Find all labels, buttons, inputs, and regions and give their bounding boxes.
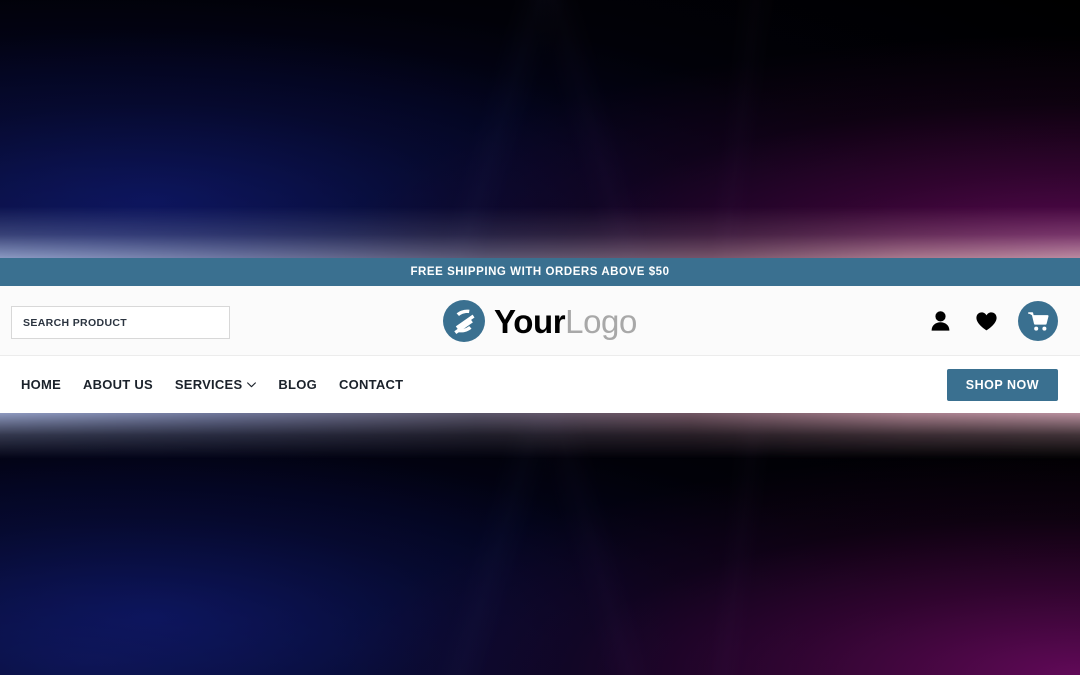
- brand-name-primary: Your: [494, 302, 566, 340]
- header-actions: [928, 286, 1058, 356]
- background-wallpaper-bottom: [0, 413, 1080, 675]
- brand-wordmark: YourLogo: [494, 305, 637, 338]
- nav-link-services[interactable]: SERVICES: [164, 371, 268, 398]
- brand-name-secondary: Logo: [565, 302, 637, 340]
- primary-nav: HOME ABOUT US SERVICES BLOG CONTACT: [0, 371, 414, 398]
- shop-now-button[interactable]: SHOP NOW: [946, 368, 1058, 401]
- main-navigation-bar: HOME ABOUT US SERVICES BLOG CONTACT SHOP…: [0, 356, 1080, 413]
- shopping-cart-icon: [1027, 311, 1049, 331]
- nav-link-contact[interactable]: CONTACT: [328, 371, 414, 398]
- nav-link-about-us[interactable]: ABOUT US: [72, 371, 164, 398]
- background-horizon-glow: [0, 206, 1080, 258]
- nav-link-home[interactable]: HOME: [10, 371, 72, 398]
- wishlist-button[interactable]: [974, 309, 998, 333]
- user-icon: [931, 311, 949, 331]
- background-wallpaper-top: [0, 0, 1080, 258]
- nav-link-services-label: SERVICES: [174, 377, 243, 392]
- swoosh-circle-icon: [443, 300, 486, 342]
- chevron-down-icon: [247, 381, 257, 388]
- header-logo-bar: YourLogo: [0, 286, 1080, 356]
- nav-link-blog[interactable]: BLOG: [267, 371, 328, 398]
- nav-item-about-us: ABOUT US: [72, 371, 164, 398]
- cart-button[interactable]: [1018, 301, 1058, 341]
- nav-item-blog: BLOG: [267, 371, 328, 398]
- nav-item-services: SERVICES: [164, 371, 268, 398]
- nav-item-home: HOME: [10, 371, 72, 398]
- search-input[interactable]: [11, 306, 230, 339]
- announcement-bar: FREE SHIPPING WITH ORDERS ABOVE $50: [0, 258, 1080, 286]
- account-button[interactable]: [928, 309, 952, 333]
- nav-item-contact: CONTACT: [328, 371, 414, 398]
- background-horizon-glow: [0, 413, 1080, 459]
- announcement-text: FREE SHIPPING WITH ORDERS ABOVE $50: [410, 266, 670, 278]
- heart-icon: [975, 311, 997, 330]
